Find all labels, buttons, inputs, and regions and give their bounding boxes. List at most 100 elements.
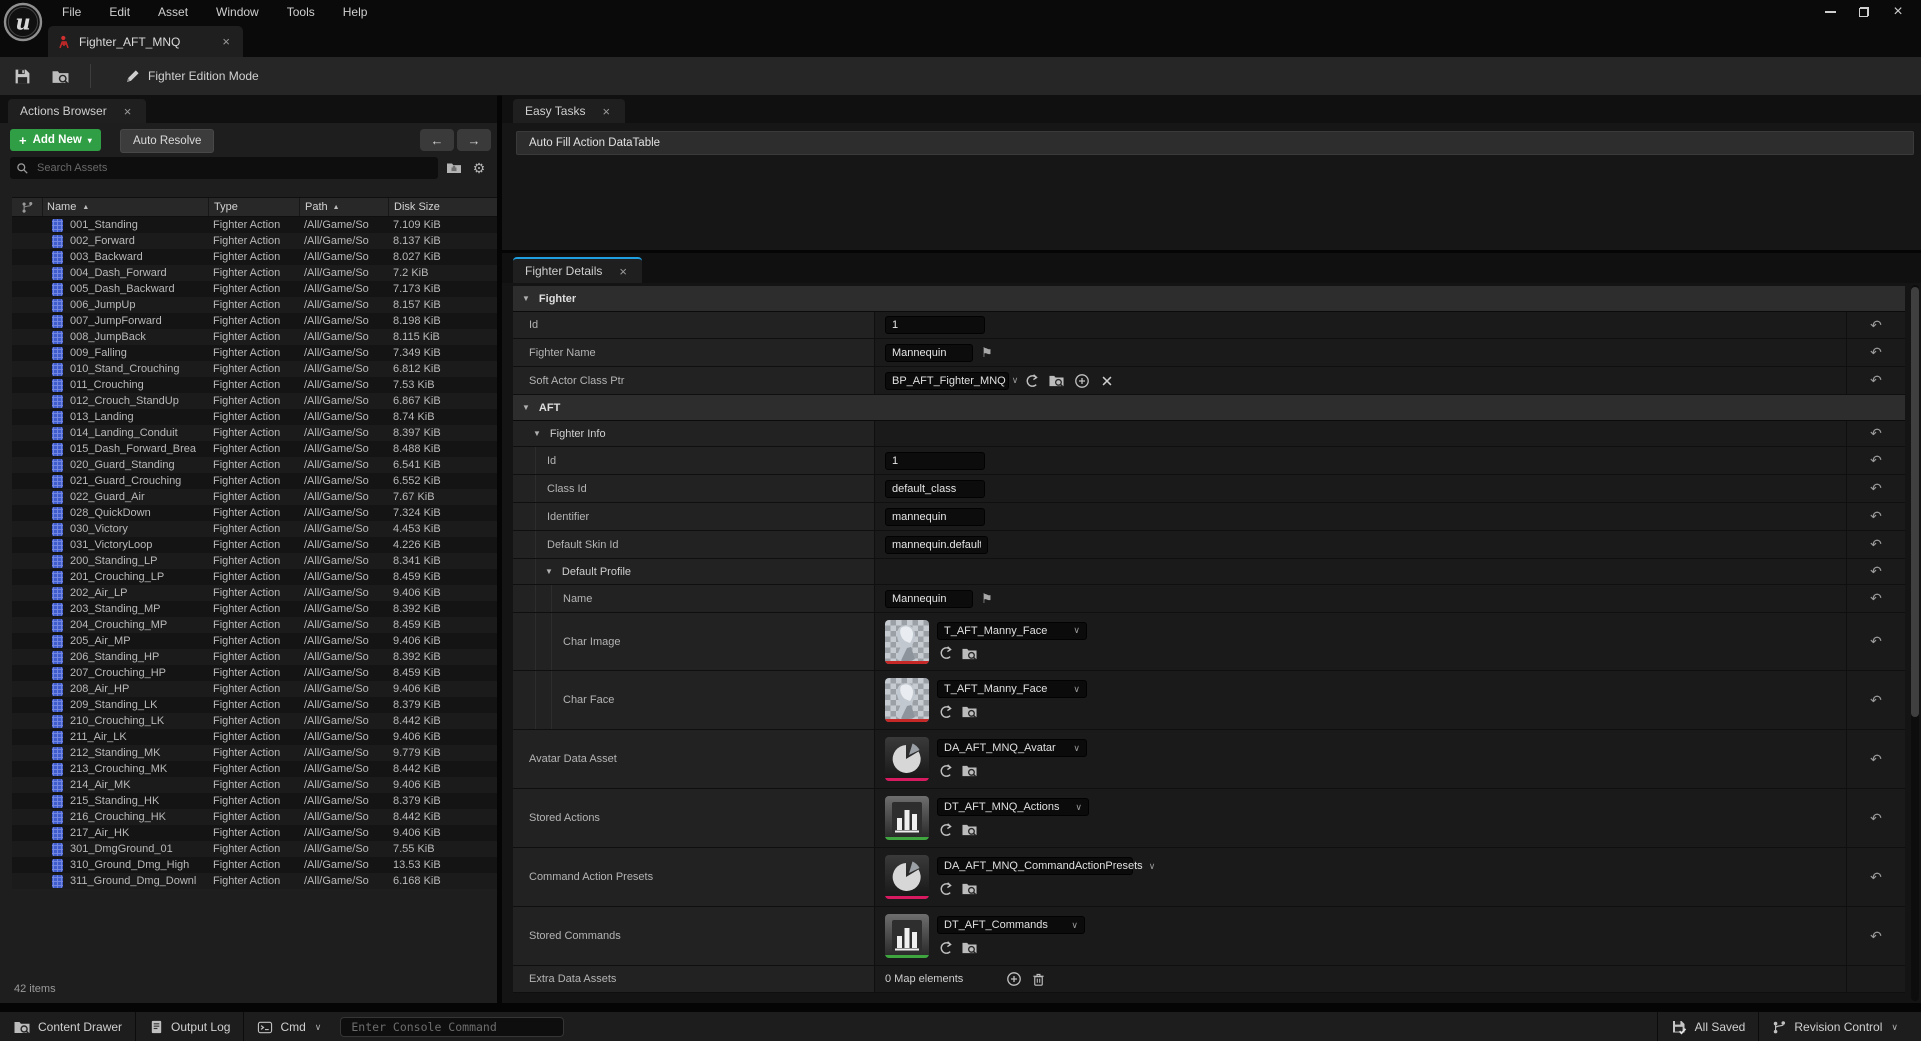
stored-actions-combo[interactable]: DT_AFT_MNQ_Actions∨ [937,798,1089,816]
reset-to-default-button[interactable]: ↶ [1846,789,1905,847]
browse-to-asset-button[interactable] [1048,372,1065,389]
browse-to-asset-button[interactable] [961,762,978,779]
asset-table-row[interactable]: 014_Landing_Conduit Fighter Action /All/… [12,425,497,441]
asset-table-row[interactable]: 013_Landing Fighter Action /All/Game/So … [12,409,497,425]
asset-table-row[interactable]: 003_Backward Fighter Action /All/Game/So… [12,249,497,265]
asset-table-row[interactable]: 208_Air_HP Fighter Action /All/Game/So 9… [12,681,497,697]
tab-easy-tasks[interactable]: Easy Tasks × [513,99,625,123]
add-new-button[interactable]: + Add New ▾ [10,129,101,151]
close-button[interactable]: × [1881,0,1915,23]
asset-table-row[interactable]: 004_Dash_Forward Fighter Action /All/Gam… [12,265,497,281]
cmd-selector[interactable]: Cmd ∨ [244,1012,334,1041]
use-selected-asset-button[interactable] [937,645,954,662]
soft-actor-class-combo[interactable]: BP_AFT_Fighter_MNQ∨ [885,372,1009,390]
menu-help[interactable]: Help [331,2,380,22]
save-button[interactable] [4,62,41,91]
asset-table-row[interactable]: 215_Standing_HK Fighter Action /All/Game… [12,793,497,809]
subsection-default-profile[interactable]: ▼ Default Profile ↶ [513,559,1905,585]
asset-table-row[interactable]: 213_Crouching_MK Fighter Action /All/Gam… [12,761,497,777]
reset-to-default-button[interactable]: ↶ [1846,907,1905,965]
asset-table-row[interactable]: 021_Guard_Crouching Fighter Action /All/… [12,473,497,489]
subsection-fighter-info[interactable]: ▼ Fighter Info ↶ [513,421,1905,447]
avatar-data-asset-thumbnail[interactable] [885,737,929,781]
reset-to-default-button[interactable]: ↶ [1846,503,1905,530]
column-header-path[interactable]: Path ▲ [299,198,388,216]
browse-to-asset-button[interactable] [41,62,80,91]
section-fighter[interactable]: ▼ Fighter [513,286,1905,312]
use-selected-asset-button[interactable] [937,821,954,838]
command-action-presets-combo[interactable]: DA_AFT_MNQ_CommandActionPresets∨ [937,857,1133,875]
menu-window[interactable]: Window [204,2,271,22]
pick-asset-button[interactable] [1073,372,1090,389]
class-id-input[interactable] [885,480,985,498]
search-assets-field[interactable] [10,157,438,179]
minimize-button[interactable] [1813,0,1847,23]
tab-fighter-aft-mnq[interactable]: Fighter_AFT_MNQ × [48,26,243,57]
char-face-thumbnail[interactable] [885,678,929,722]
reset-to-default-button[interactable]: ↶ [1846,475,1905,502]
asset-table-row[interactable]: 217_Air_HK Fighter Action /All/Game/So 9… [12,825,497,841]
reset-to-default-button[interactable]: ↶ [1846,531,1905,558]
flag-icon[interactable]: ⚑ [981,345,993,361]
asset-table-row[interactable]: 002_Forward Fighter Action /All/Game/So … [12,233,497,249]
output-log-button[interactable]: Output Log [136,1012,243,1041]
asset-table-row[interactable]: 028_QuickDown Fighter Action /All/Game/S… [12,505,497,521]
save-search-button[interactable] [445,160,463,176]
asset-table-row[interactable]: 008_JumpBack Fighter Action /All/Game/So… [12,329,497,345]
menu-edit[interactable]: Edit [97,2,142,22]
asset-table-row[interactable]: 301_DmgGround_01 Fighter Action /All/Gam… [12,841,497,857]
revision-control-button[interactable]: Revision Control ∨ [1759,1012,1911,1041]
browse-to-asset-button[interactable] [961,821,978,838]
id-input[interactable] [885,316,985,334]
asset-table-row[interactable]: 207_Crouching_HP Fighter Action /All/Gam… [12,665,497,681]
details-scrollbar-thumb[interactable] [1911,287,1919,717]
actions-browser-close-icon[interactable]: × [121,104,135,119]
auto-resolve-button[interactable]: Auto Resolve [120,129,214,153]
reset-to-default-button[interactable]: ↶ [1846,312,1905,338]
menu-asset[interactable]: Asset [146,2,200,22]
flag-icon[interactable]: ⚑ [981,591,993,607]
fighter-details-close-icon[interactable]: × [616,264,630,279]
column-header-name[interactable]: Name ▲ [42,198,208,216]
asset-table-row[interactable]: 211_Air_LK Fighter Action /All/Game/So 9… [12,729,497,745]
browse-to-asset-button[interactable] [961,939,978,956]
browse-to-asset-button[interactable] [961,880,978,897]
all-saved-button[interactable]: All Saved [1658,1012,1759,1041]
reset-to-default-button[interactable]: ↶ [1846,613,1905,670]
reset-to-default-button[interactable]: ↶ [1846,730,1905,788]
asset-tab-close-icon[interactable]: × [219,34,233,49]
asset-table-row[interactable]: 011_Crouching Fighter Action /All/Game/S… [12,377,497,393]
stored-actions-thumbnail[interactable] [885,796,929,840]
asset-table-row[interactable]: 203_Standing_MP Fighter Action /All/Game… [12,601,497,617]
asset-table-row[interactable]: 214_Air_MK Fighter Action /All/Game/So 9… [12,777,497,793]
stored-commands-combo[interactable]: DT_AFT_Commands∨ [937,916,1085,934]
use-selected-asset-button[interactable] [1023,372,1040,389]
content-drawer-button[interactable]: Content Drawer [0,1012,135,1041]
view-settings-button[interactable]: ⚙ [470,160,488,176]
asset-table-row[interactable]: 216_Crouching_HK Fighter Action /All/Gam… [12,809,497,825]
history-forward-button[interactable]: → [457,129,491,151]
char-face-combo[interactable]: T_AFT_Manny_Face∨ [937,680,1087,698]
reset-to-default-button[interactable]: ↶ [1846,848,1905,906]
asset-table-row[interactable]: 206_Standing_HP Fighter Action /All/Game… [12,649,497,665]
console-command-field[interactable] [340,1017,564,1037]
reset-to-default-button[interactable]: ↶ [1846,421,1905,446]
profile-name-input[interactable] [885,590,973,608]
avatar-data-asset-combo[interactable]: DA_AFT_MNQ_Avatar∨ [937,739,1087,757]
default-skin-id-input[interactable] [885,536,988,554]
auto-fill-action-datatable-button[interactable]: Auto Fill Action DataTable [516,131,1914,155]
fighter-name-input[interactable] [885,344,973,362]
reset-to-default-button[interactable]: ↶ [1846,367,1905,394]
console-command-input[interactable] [349,1019,555,1035]
char-image-thumbnail[interactable] [885,620,929,664]
asset-table-row[interactable]: 205_Air_MP Fighter Action /All/Game/So 9… [12,633,497,649]
asset-table-row[interactable]: 031_VictoryLoop Fighter Action /All/Game… [12,537,497,553]
asset-table-row[interactable]: 030_Victory Fighter Action /All/Game/So … [12,521,497,537]
menu-tools[interactable]: Tools [275,2,327,22]
asset-table-row[interactable]: 200_Standing_LP Fighter Action /All/Game… [12,553,497,569]
restore-button[interactable] [1847,0,1881,23]
easy-tasks-close-icon[interactable]: × [599,104,613,119]
asset-table-row[interactable]: 209_Standing_LK Fighter Action /All/Game… [12,697,497,713]
fighter-edition-mode-button[interactable]: Fighter Edition Mode [115,62,269,90]
asset-table-row[interactable]: 022_Guard_Air Fighter Action /All/Game/S… [12,489,497,505]
